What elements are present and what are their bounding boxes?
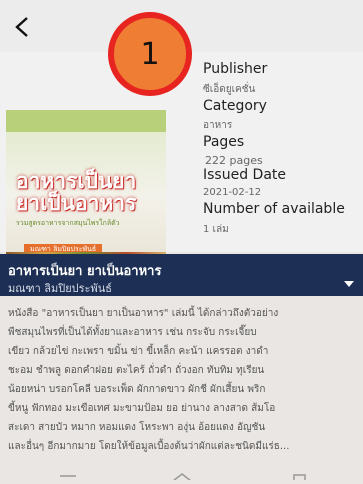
book-detail-panel: อาหารเป็นยา ยาเป็นอาหาร รวมสูตรอาหารจากส…	[0, 52, 363, 265]
book-cover-image[interactable]: อาหารเป็นยา ยาเป็นอาหาร รวมสูตรอาหารจากส…	[6, 110, 166, 265]
chevron-down-icon[interactable]	[344, 281, 354, 287]
cover-title: อาหารเป็นยา ยาเป็นอาหาร	[16, 169, 137, 215]
description-line: พืชสมุนไพรที่เป็นได้ทั้งยาและอาหาร เช่น …	[8, 327, 257, 338]
step-number-badge: 1	[108, 12, 192, 96]
menu-icon[interactable]	[58, 472, 78, 480]
description-line: เขียว กล้วยไข่ กะเพรา ขมิ้น ข่า ขี้เหล็ก…	[8, 346, 269, 357]
available-value: 1 เล่ม	[203, 224, 229, 235]
publisher-value: ซีเอ็ดยูเคชั่น	[203, 84, 256, 95]
publisher-label: Publisher	[203, 61, 268, 77]
description-line: ชะอม ชำพลู ดอกคำฝอย ตะไคร้ ถั่วดำ ถั่วงอ…	[8, 365, 265, 376]
description-line: สะเดา สายบัว หมาก หอมแดง โหระพา องุ่น อ้…	[8, 422, 266, 433]
home-icon[interactable]	[171, 472, 193, 480]
back-button[interactable]	[5, 10, 39, 44]
issued-date-label: Issued Date	[203, 167, 287, 183]
issued-date-value: 2021-02-12	[203, 187, 262, 198]
cover-header-strip	[6, 110, 166, 132]
book-author: มณฑา ลิมปิยประพันธ์	[8, 282, 112, 295]
pages-label: Pages	[203, 134, 245, 150]
back-nav-icon[interactable]	[290, 472, 310, 480]
cover-subtitle: รวมสูตรอาหารจากสมุนไพรใกล้ตัว	[16, 219, 120, 227]
book-description: หนังสือ "อาหารเป็นยา ยาเป็นอาหาร" เล่มนี…	[8, 304, 356, 456]
category-label: Category	[203, 98, 267, 114]
description-line: น้อยหน่า บรอกโคลี บอระเพ็ด ผักกาดขาว ผัก…	[8, 384, 266, 395]
category-value: อาหาร	[203, 120, 233, 131]
description-line: และอื่นๆ อีกมากมาย โดยให้ข้อมูลเบื้องต้น…	[8, 441, 290, 452]
system-nav-bar	[0, 468, 363, 484]
pages-value: 222 pages	[205, 154, 263, 167]
description-line: หนังสือ "อาหารเป็นยา ยาเป็นอาหาร" เล่มนี…	[8, 308, 279, 319]
available-label: Number of available	[203, 201, 345, 217]
book-title: อาหารเป็นยา ยาเป็นอาหาร	[8, 264, 162, 279]
chevron-left-icon	[15, 17, 28, 37]
description-line: ขี้หนู ฟักทอง มะเขือเทศ มะขามป้อม ยอ ย่า…	[8, 403, 276, 414]
